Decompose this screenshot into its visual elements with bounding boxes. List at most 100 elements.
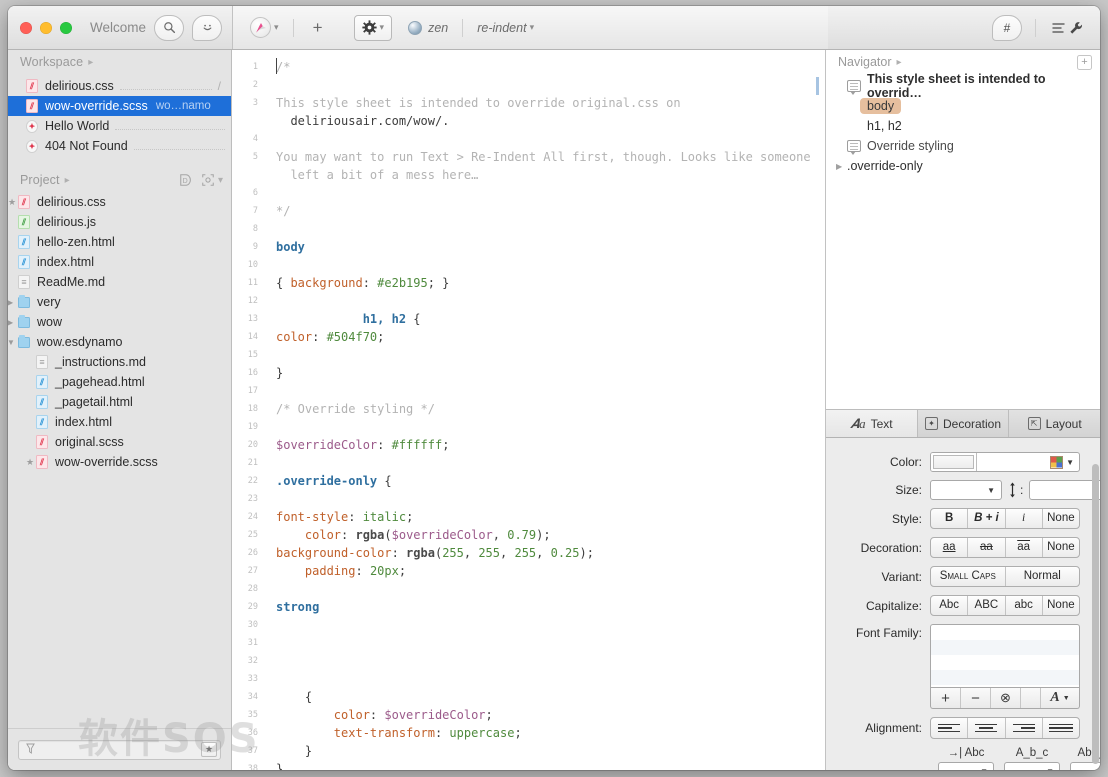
tab-decoration[interactable]: ✦ Decoration (918, 410, 1010, 437)
navigator-item[interactable]: ▶ .override-only (826, 156, 1100, 176)
filter-star-button[interactable]: ★ (201, 742, 217, 757)
font-family-remove-button[interactable]: − (961, 688, 991, 708)
project-header[interactable]: Project ▸ D ▾ (8, 168, 231, 192)
navigator-header[interactable]: Navigator ▸ + (826, 50, 1100, 74)
code-line[interactable]: /* (276, 58, 815, 76)
capitalize-option-abc2[interactable]: abc (1006, 596, 1043, 615)
project-tree-item[interactable]: ⫽ _pagetail.html (8, 392, 231, 412)
inspector-toggle[interactable] (1049, 15, 1086, 41)
disclosure-triangle-icon[interactable]: ▶ (8, 298, 18, 307)
compass-icon[interactable]: ▾ (247, 15, 282, 41)
code-line[interactable]: body (276, 238, 815, 256)
capitalize-option-ABC[interactable]: ABC (968, 596, 1006, 615)
code-line[interactable]: This style sheet is intended to override… (276, 94, 815, 112)
code-line[interactable] (276, 346, 815, 364)
zoom-button[interactable] (60, 21, 72, 34)
size-combo[interactable]: ▼ (930, 480, 1002, 500)
code-line[interactable] (276, 580, 815, 598)
font-family-picker-button[interactable]: A ▼ (1041, 688, 1079, 708)
size-dropdown-arrow-icon[interactable]: ▼ (987, 486, 995, 495)
add-button[interactable]: + (305, 15, 331, 41)
code-line[interactable] (276, 670, 815, 688)
code-line[interactable] (276, 454, 815, 472)
code-line[interactable] (276, 490, 815, 508)
code-content[interactable]: /* This style sheet is intended to overr… (264, 50, 825, 770)
code-line[interactable]: color: rgba($overrideColor, 0.79); (276, 526, 815, 544)
indent-cell-combo[interactable]: ▼ (1004, 762, 1060, 770)
navigator-item[interactable]: Override styling (826, 136, 1100, 156)
align-left-icon[interactable] (931, 718, 969, 738)
code-line[interactable] (276, 616, 815, 634)
code-line[interactable] (276, 652, 815, 670)
project-tree-item[interactable]: ★ ⫽ wow-override.scss (8, 452, 231, 472)
style-option-italic[interactable]: i (1006, 509, 1043, 528)
workspace-header[interactable]: Workspace ▸ (8, 50, 231, 74)
code-line[interactable]: { (276, 688, 815, 706)
project-tree-item[interactable]: ⫽ original.scss (8, 432, 231, 452)
minimize-button[interactable] (40, 21, 52, 34)
decoration-option-strike[interactable]: aa (968, 538, 1006, 557)
search-icon[interactable] (154, 14, 185, 41)
align-center-icon[interactable] (968, 718, 1006, 738)
style-segmented-control[interactable]: B B + i i None (930, 508, 1080, 529)
decoration-segmented-control[interactable]: aa aa aa None (930, 537, 1080, 558)
code-line[interactable]: } (276, 364, 815, 382)
style-option-bolditalic[interactable]: B + i (968, 509, 1006, 528)
code-line[interactable] (276, 130, 815, 148)
code-line[interactable] (276, 292, 815, 310)
code-line[interactable]: font-style: italic; (276, 508, 815, 526)
variant-segmented-control[interactable]: Small Caps Normal (930, 566, 1080, 587)
code-line[interactable]: strong (276, 598, 815, 616)
disclosure-triangle-icon[interactable]: ▶ (8, 318, 18, 327)
color-dropdown-arrow-icon[interactable]: ▼ (1066, 458, 1074, 467)
dictionary-icon[interactable]: D (179, 173, 193, 187)
code-line[interactable]: left a bit of a mess here… (276, 166, 815, 184)
project-tree-item[interactable]: ⫽ _pagehead.html (8, 372, 231, 392)
code-editor[interactable]: 123.45.678910111213141516171819202122232… (232, 50, 826, 770)
font-family-clear-button[interactable]: ⊗ (991, 688, 1021, 708)
style-option-none[interactable]: None (1043, 509, 1079, 528)
align-justify-icon[interactable] (1043, 718, 1079, 738)
favorite-star-icon[interactable]: ★ (8, 197, 18, 208)
code-line[interactable]: /* Override styling */ (276, 400, 815, 418)
window-controls[interactable] (20, 21, 72, 34)
project-tree-item[interactable]: ≡ ReadMe.md (8, 272, 231, 292)
close-button[interactable] (20, 21, 32, 34)
code-line[interactable] (276, 184, 815, 202)
code-line[interactable]: color: #504f70; (276, 328, 815, 346)
align-right-icon[interactable] (1006, 718, 1043, 738)
workspace-item[interactable]: ⫽ wow-override.scss wo…namo (8, 96, 231, 116)
navigator-disclosure-icon[interactable]: ▶ (836, 162, 847, 171)
theme-selector[interactable]: zen (405, 15, 451, 41)
chevron-down-icon[interactable]: ▾ (218, 175, 223, 186)
project-tree-item[interactable]: ≡ _instructions.md (8, 352, 231, 372)
workspace-item[interactable]: ✦ 404 Not Found (8, 136, 231, 156)
indent-cell-arrow-icon[interactable]: ▼ (1046, 767, 1054, 770)
indent-cell-combo[interactable]: ▼ (938, 762, 994, 770)
project-tree-item[interactable]: ▶ wow (8, 312, 231, 332)
tab-layout[interactable]: ⇱ Layout (1009, 410, 1100, 437)
tab-text[interactable]: 𝑨a Text (826, 410, 918, 437)
project-tree-item[interactable]: ★ ⫽ delirious.css (8, 192, 231, 212)
project-tree-item[interactable]: ⫽ delirious.js (8, 212, 231, 232)
code-line[interactable] (276, 418, 815, 436)
code-line[interactable]: */ (276, 202, 815, 220)
style-option-bold[interactable]: B (931, 509, 969, 528)
project-tree-item[interactable]: ⫽ index.html (8, 412, 231, 432)
smiley-icon[interactable] (192, 14, 223, 41)
code-line[interactable]: } (276, 760, 815, 770)
code-line[interactable]: background-color: rgba(255, 255, 255, 0.… (276, 544, 815, 562)
code-line[interactable]: deliriousair.com/wow/. (276, 112, 815, 130)
hash-button[interactable]: # (992, 14, 1022, 41)
navigator-item[interactable]: body (826, 96, 1100, 116)
code-line[interactable]: color: $overrideColor; (276, 706, 815, 724)
navigator-item[interactable]: This style sheet is intended to overrid… (816, 72, 1100, 100)
lineheight-combo[interactable]: ▼ (1029, 480, 1100, 500)
favorite-star-icon[interactable]: ★ (26, 457, 36, 468)
code-line[interactable] (276, 256, 815, 274)
capitalize-segmented-control[interactable]: Abc ABC abc None (930, 595, 1080, 616)
alignment-segmented-control[interactable] (930, 717, 1080, 739)
code-line[interactable]: { background: #e2b195; } (276, 274, 815, 292)
decoration-option-underline[interactable]: aa (931, 538, 969, 557)
capitalize-option-abc[interactable]: Abc (931, 596, 969, 615)
